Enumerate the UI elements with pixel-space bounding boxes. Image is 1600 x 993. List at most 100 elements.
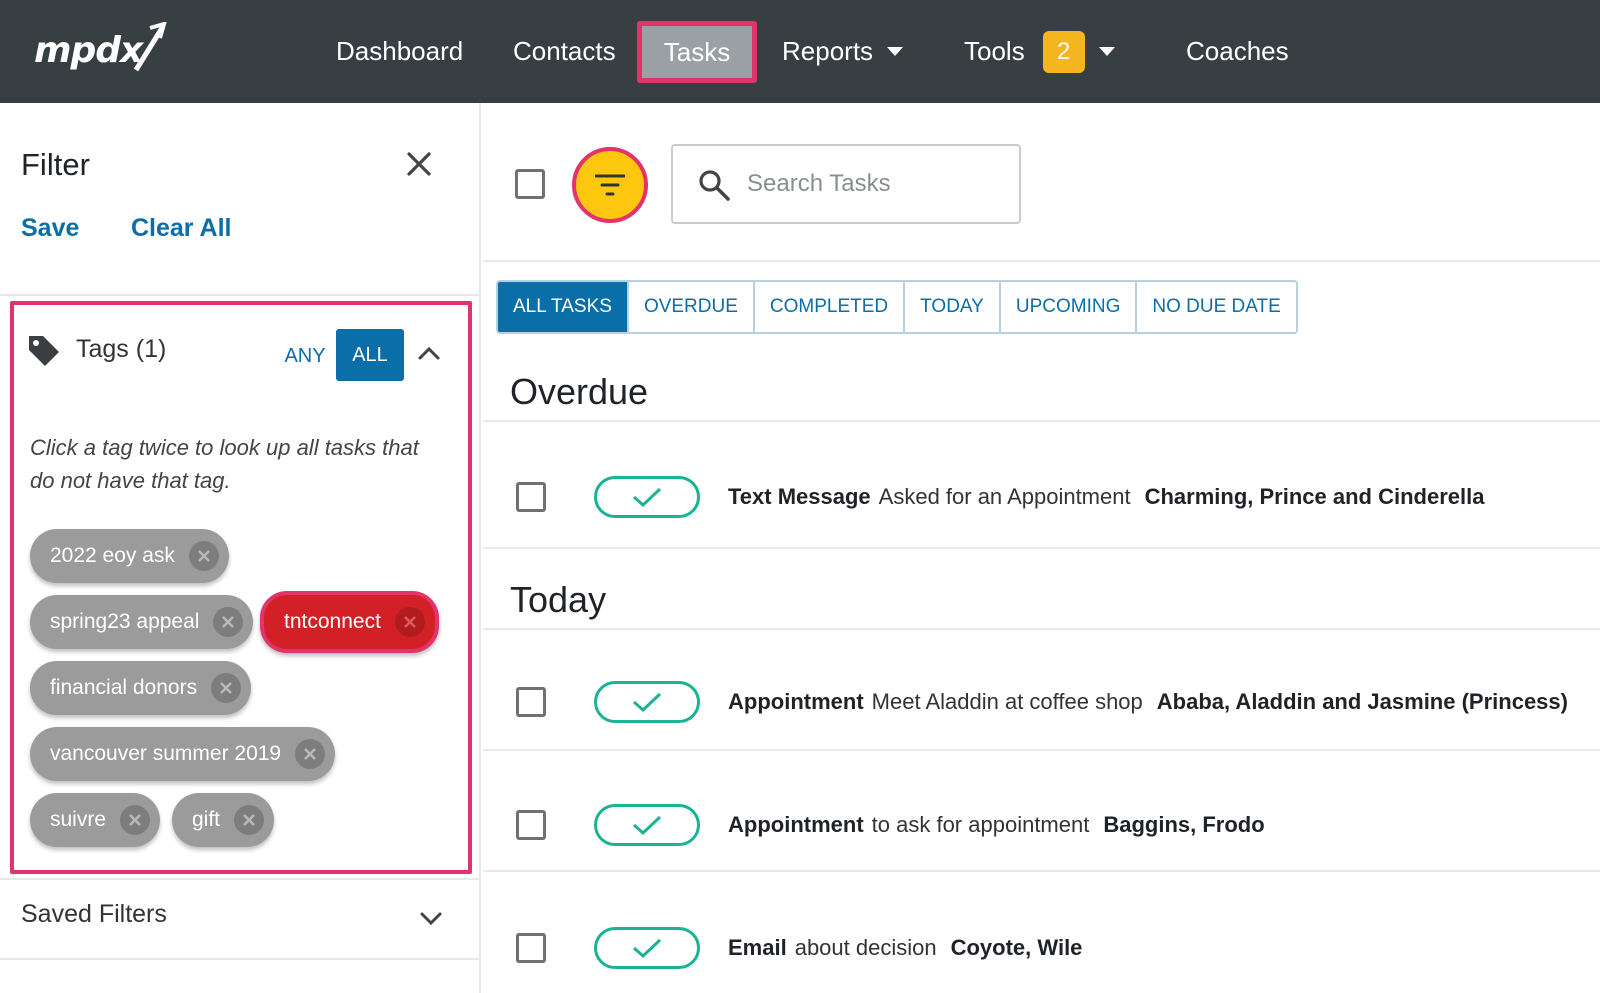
filter-toggle-button[interactable] bbox=[572, 147, 648, 223]
task-row[interactable]: Appointment to ask for appointment Baggi… bbox=[483, 785, 1600, 865]
tag-chip-label: tntconnect bbox=[284, 610, 381, 633]
notification-badge: 2 bbox=[1042, 30, 1085, 73]
task-subject: to ask for appointment bbox=[871, 812, 1090, 837]
remove-tag-icon[interactable] bbox=[234, 805, 265, 835]
top-nav: mpdx Dashboard Contacts Tasks Reports To… bbox=[0, 0, 1600, 103]
nav-coaches-label: Coaches bbox=[1186, 36, 1289, 66]
task-contact-link[interactable]: Coyote, Wile bbox=[951, 935, 1083, 961]
task-contact-link[interactable]: Charming, Prince and Cinderella bbox=[1145, 484, 1485, 510]
complete-task-button[interactable] bbox=[594, 804, 700, 846]
divider bbox=[483, 749, 1600, 751]
nav-tools[interactable]: Tools 2 bbox=[964, 0, 1115, 103]
filter-title: Filter bbox=[21, 147, 90, 182]
divider bbox=[483, 547, 1600, 549]
chevron-down-icon[interactable] bbox=[418, 909, 444, 929]
task-contact-link[interactable]: Baggins, Frodo bbox=[1103, 812, 1264, 838]
nav-coaches[interactable]: Coaches bbox=[1186, 0, 1289, 103]
saved-filters-header[interactable]: Saved Filters bbox=[21, 900, 167, 929]
remove-tag-icon[interactable] bbox=[188, 541, 219, 571]
divider bbox=[483, 870, 1600, 872]
divider bbox=[0, 958, 479, 960]
tag-chip-excluded[interactable]: tntconnect bbox=[260, 591, 439, 653]
task-type: Appointment bbox=[728, 689, 864, 714]
nav-tasks[interactable]: Tasks bbox=[637, 21, 757, 83]
complete-task-button[interactable] bbox=[594, 927, 700, 969]
remove-tag-icon[interactable] bbox=[120, 805, 151, 835]
any-toggle-button[interactable]: ANY bbox=[276, 331, 334, 381]
clear-all-button[interactable]: Clear All bbox=[131, 214, 232, 243]
tag-chip[interactable]: vancouver summer 2019 bbox=[30, 727, 336, 781]
search-icon bbox=[699, 170, 730, 201]
task-contact-link[interactable]: Ababa, Aladdin and Jasmine (Princess) bbox=[1157, 689, 1568, 715]
tag-chip[interactable]: suivre bbox=[30, 793, 161, 847]
tag-chip-label: vancouver summer 2019 bbox=[50, 742, 282, 765]
task-text: Appointment Meet Aladdin at coffee shop … bbox=[728, 662, 1568, 742]
task-checkbox[interactable] bbox=[516, 933, 546, 963]
select-all-checkbox[interactable] bbox=[515, 169, 545, 199]
tag-chip-label: spring23 appeal bbox=[50, 610, 200, 633]
section-heading-overdue: Overdue bbox=[510, 371, 649, 412]
task-checkbox[interactable] bbox=[516, 482, 546, 512]
task-tabs: ALL TASKS OVERDUE COMPLETED TODAY UPCOMI… bbox=[496, 280, 1298, 334]
task-subject: Asked for an Appointment bbox=[878, 484, 1131, 509]
tag-icon bbox=[29, 336, 59, 366]
search-input[interactable] bbox=[747, 164, 1007, 204]
divider bbox=[483, 420, 1600, 422]
task-text: Email about decision Coyote, Wile bbox=[728, 908, 1082, 988]
check-icon bbox=[633, 938, 662, 959]
tab-no-due-date[interactable]: NO DUE DATE bbox=[1137, 282, 1296, 332]
tab-upcoming[interactable]: UPCOMING bbox=[1000, 282, 1138, 332]
complete-task-button[interactable] bbox=[594, 476, 700, 518]
task-row[interactable]: Text Message Asked for an Appointment Ch… bbox=[483, 457, 1600, 537]
section-heading-today: Today bbox=[510, 579, 607, 620]
task-row[interactable]: Appointment Meet Aladdin at coffee shop … bbox=[483, 662, 1600, 742]
filter-icon bbox=[595, 174, 625, 196]
divider bbox=[0, 878, 479, 880]
task-row[interactable]: Email about decision Coyote, Wile bbox=[483, 908, 1600, 988]
tab-today[interactable]: TODAY bbox=[905, 282, 1001, 332]
svg-text:mpdx: mpdx bbox=[34, 30, 145, 71]
tag-chip-label: gift bbox=[192, 808, 221, 831]
task-type: Text Message bbox=[728, 484, 871, 509]
tag-chip[interactable]: financial donors bbox=[30, 661, 252, 715]
tag-chip[interactable]: spring23 appeal bbox=[30, 595, 254, 649]
all-toggle-button[interactable]: ALL bbox=[336, 329, 404, 381]
remove-tag-icon[interactable] bbox=[394, 607, 425, 637]
check-icon bbox=[633, 692, 662, 713]
caret-down-icon bbox=[1098, 47, 1115, 56]
tag-chip-label: 2022 eoy ask bbox=[50, 544, 175, 567]
tab-overdue[interactable]: OVERDUE bbox=[628, 282, 755, 332]
nav-contacts-label: Contacts bbox=[513, 36, 616, 66]
divider bbox=[483, 628, 1600, 630]
nav-dashboard-label: Dashboard bbox=[336, 36, 464, 66]
nav-contacts[interactable]: Contacts bbox=[513, 0, 616, 103]
save-button[interactable]: Save bbox=[21, 214, 79, 243]
remove-tag-icon[interactable] bbox=[211, 673, 242, 703]
tags-hint-text: Click a tag twice to look up all tasks t… bbox=[30, 435, 419, 493]
task-checkbox[interactable] bbox=[516, 687, 546, 717]
check-icon bbox=[633, 487, 662, 508]
divider bbox=[0, 294, 479, 296]
remove-tag-icon[interactable] bbox=[213, 607, 244, 637]
nav-tools-label: Tools bbox=[964, 36, 1025, 66]
nav-dashboard[interactable]: Dashboard bbox=[336, 0, 463, 103]
task-type: Email bbox=[728, 935, 787, 960]
tab-completed[interactable]: COMPLETED bbox=[754, 282, 906, 332]
close-icon[interactable] bbox=[402, 147, 436, 181]
mpdx-logo[interactable]: mpdx bbox=[32, 22, 172, 78]
nav-tasks-label: Tasks bbox=[663, 36, 731, 67]
search-box[interactable] bbox=[671, 144, 1021, 224]
task-checkbox[interactable] bbox=[516, 810, 546, 840]
divider bbox=[483, 260, 1600, 262]
chevron-up-icon[interactable] bbox=[416, 343, 442, 363]
complete-task-button[interactable] bbox=[594, 681, 700, 723]
tab-all-tasks[interactable]: ALL TASKS bbox=[498, 282, 629, 332]
tag-chip[interactable]: gift bbox=[172, 793, 275, 847]
tag-chip-label: financial donors bbox=[50, 676, 198, 699]
caret-down-icon bbox=[887, 47, 904, 56]
nav-reports[interactable]: Reports bbox=[782, 0, 904, 103]
tag-chip[interactable]: 2022 eoy ask bbox=[30, 529, 229, 583]
tags-title: Tags (1) bbox=[76, 335, 167, 363]
task-text: Text Message Asked for an Appointment Ch… bbox=[728, 457, 1484, 537]
remove-tag-icon[interactable] bbox=[295, 739, 326, 769]
